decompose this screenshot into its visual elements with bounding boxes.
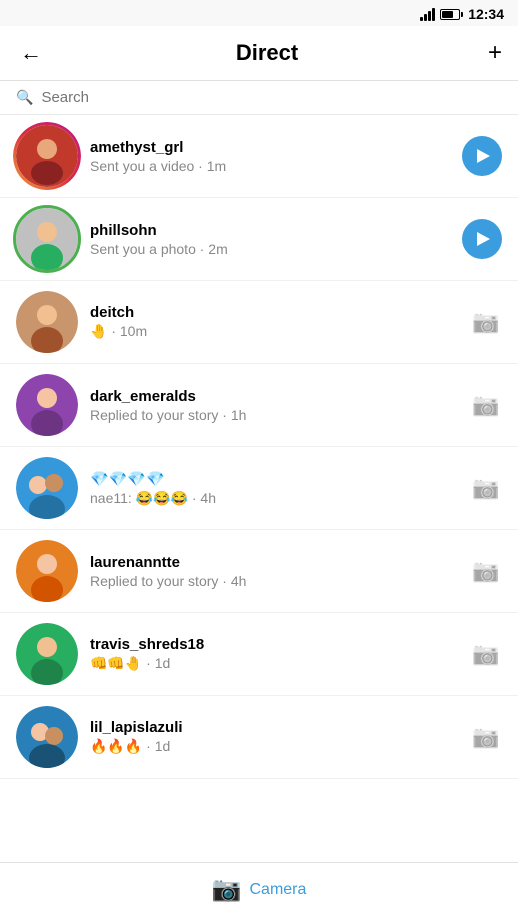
list-item[interactable]: deitch 🤚 · 10m 📷 xyxy=(0,281,518,364)
avatar xyxy=(16,706,78,768)
list-item[interactable]: phillsohn Sent you a photo · 2m xyxy=(0,198,518,281)
list-item[interactable]: travis_shreds18 👊👊🤚 · 1d 📷 xyxy=(0,613,518,696)
back-button[interactable]: ← xyxy=(16,36,46,70)
message-content: amethyst_grl Sent you a video · 1m xyxy=(90,139,452,174)
message-username: travis_shreds18 xyxy=(90,636,460,653)
message-content: travis_shreds18 👊👊🤚 · 1d xyxy=(90,636,460,672)
status-icons: 12:34 xyxy=(420,6,504,22)
avatar xyxy=(16,291,78,353)
message-content: lil_lapislazuli 🔥🔥🔥 · 1d xyxy=(90,719,460,755)
avatar xyxy=(16,208,78,270)
camera-button[interactable]: 📷 xyxy=(470,638,502,670)
camera-icon: 📷 xyxy=(472,641,499,667)
search-input[interactable] xyxy=(41,89,502,106)
camera-button[interactable]: 📷 xyxy=(470,306,502,338)
message-content: 💎💎💎💎 nae11: 😂😂😂 · 4h xyxy=(90,470,460,507)
camera-icon: 📷 xyxy=(472,724,499,750)
status-time: 12:34 xyxy=(468,6,504,22)
message-username: dark_emeralds xyxy=(90,388,460,405)
camera-button[interactable]: 📷 xyxy=(470,721,502,753)
camera-label: Camera xyxy=(249,881,306,899)
message-preview: nae11: 😂😂😂 · 4h xyxy=(90,490,460,507)
message-content: phillsohn Sent you a photo · 2m xyxy=(90,222,452,257)
camera-icon: 📷 xyxy=(472,309,499,335)
message-preview: Replied to your story · 4h xyxy=(90,573,460,589)
signal-icon xyxy=(420,7,435,21)
message-list: amethyst_grl Sent you a video · 1m phills… xyxy=(0,115,518,779)
camera-button[interactable]: 📷 xyxy=(470,472,502,504)
list-item[interactable]: dark_emeralds Replied to your story · 1h 📷 xyxy=(0,364,518,447)
message-username: 💎💎💎💎 xyxy=(90,470,460,488)
avatar xyxy=(16,540,78,602)
message-content: dark_emeralds Replied to your story · 1h xyxy=(90,388,460,423)
message-username: amethyst_grl xyxy=(90,139,452,156)
battery-icon xyxy=(440,9,463,20)
status-bar: 12:34 xyxy=(0,0,518,26)
camera-button[interactable]: 📷 xyxy=(470,389,502,421)
message-preview: Sent you a video · 1m xyxy=(90,158,452,174)
search-icon: 🔍 xyxy=(16,89,33,106)
play-button[interactable] xyxy=(462,136,502,176)
camera-icon: 📷 xyxy=(472,475,499,501)
avatar xyxy=(16,457,78,519)
camera-icon: 📷 xyxy=(212,875,242,904)
message-content: deitch 🤚 · 10m xyxy=(90,304,460,340)
message-preview: 🤚 · 10m xyxy=(90,323,460,340)
list-item[interactable]: 💎💎💎💎 nae11: 😂😂😂 · 4h 📷 xyxy=(0,447,518,530)
camera-icon: 📷 xyxy=(472,558,499,584)
header: ← Direct + xyxy=(0,26,518,81)
message-username: phillsohn xyxy=(90,222,452,239)
message-username: lil_lapislazuli xyxy=(90,719,460,736)
search-bar: 🔍 xyxy=(0,81,518,115)
message-preview: Replied to your story · 1h xyxy=(90,407,460,423)
page-title: Direct xyxy=(236,40,298,66)
message-preview: 🔥🔥🔥 · 1d xyxy=(90,738,460,755)
avatar xyxy=(16,623,78,685)
message-username: laurenanntte xyxy=(90,554,460,571)
bottom-bar[interactable]: 📷 Camera xyxy=(0,862,518,920)
message-preview: Sent you a photo · 2m xyxy=(90,241,452,257)
play-button[interactable] xyxy=(462,219,502,259)
avatar xyxy=(16,374,78,436)
camera-icon: 📷 xyxy=(472,392,499,418)
list-item[interactable]: amethyst_grl Sent you a video · 1m xyxy=(0,115,518,198)
list-item[interactable]: laurenanntte Replied to your story · 4h 📷 xyxy=(0,530,518,613)
message-content: laurenanntte Replied to your story · 4h xyxy=(90,554,460,589)
message-preview: 👊👊🤚 · 1d xyxy=(90,655,460,672)
message-username: deitch xyxy=(90,304,460,321)
list-item[interactable]: lil_lapislazuli 🔥🔥🔥 · 1d 📷 xyxy=(0,696,518,779)
avatar xyxy=(16,125,78,187)
add-button[interactable]: + xyxy=(488,39,502,67)
camera-button[interactable]: 📷 xyxy=(470,555,502,587)
